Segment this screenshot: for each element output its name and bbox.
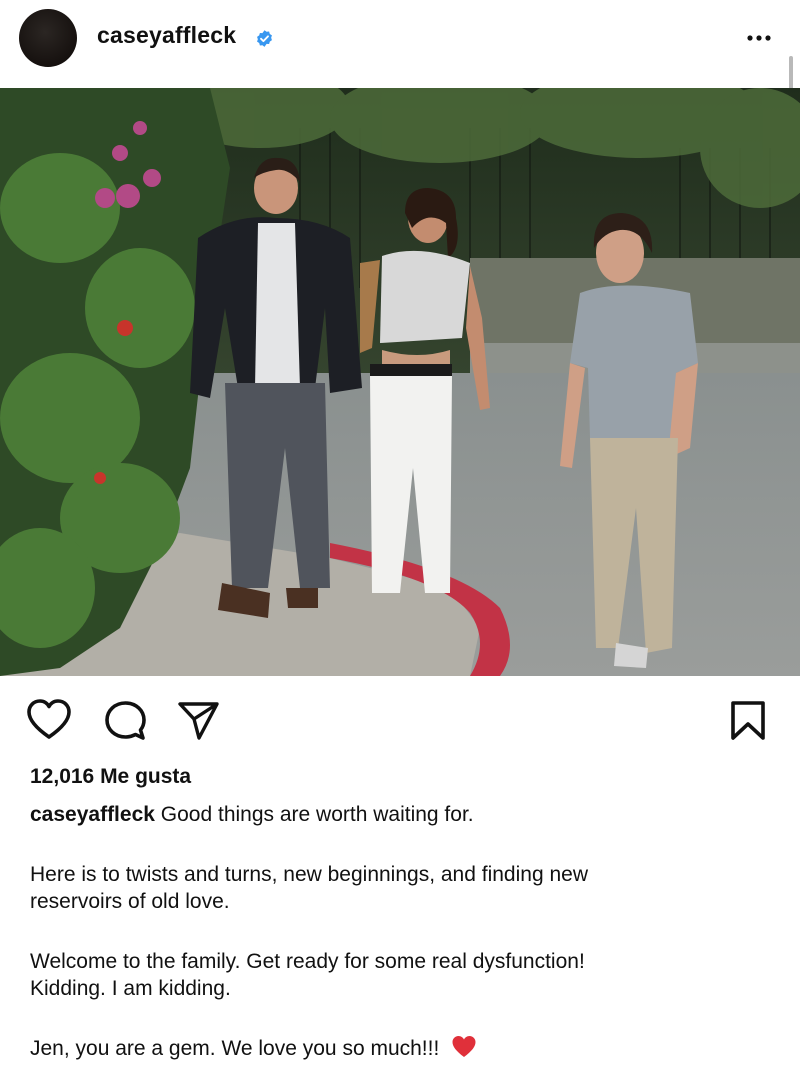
more-options-icon[interactable] xyxy=(744,28,774,48)
action-bar xyxy=(0,676,800,766)
post-image[interactable] xyxy=(0,88,800,676)
caption-paragraph: Welcome to the family. Get ready for som… xyxy=(30,948,770,1002)
caption-text: Good things are worth waiting for. xyxy=(160,803,474,826)
caption-text: reservoirs of old love. xyxy=(30,890,230,913)
heart-outline-icon[interactable] xyxy=(26,698,72,742)
verified-badge-icon xyxy=(257,30,272,47)
comment-bubble-icon[interactable] xyxy=(103,700,147,742)
bookmark-outline-icon[interactable] xyxy=(728,700,768,742)
caption-first-line: caseyaffleck Good things are worth waiti… xyxy=(30,801,770,828)
post-header: caseyaffleck xyxy=(0,0,800,92)
caption-username[interactable]: caseyaffleck xyxy=(30,803,155,826)
caption-paragraph: Jen, you are a gem. We love you so much!… xyxy=(30,1035,770,1062)
header-username[interactable]: caseyaffleck xyxy=(97,22,236,49)
caption-text: Kidding. I am kidding. xyxy=(30,977,231,1000)
caption-paragraph: Here is to twists and turns, new beginni… xyxy=(30,861,770,915)
post-caption: caseyaffleck Good things are worth waiti… xyxy=(30,801,770,1062)
like-count[interactable]: 12,016 Me gusta xyxy=(30,765,191,789)
caption-text: Welcome to the family. Get ready for som… xyxy=(30,950,585,973)
caption-text: Here is to twists and turns, new beginni… xyxy=(30,863,588,886)
avatar[interactable] xyxy=(19,9,77,67)
scrollbar[interactable] xyxy=(789,56,793,92)
paper-plane-icon[interactable] xyxy=(176,700,220,742)
caption-text: Jen, you are a gem. We love you so much!… xyxy=(30,1037,440,1060)
red-heart-emoji-icon xyxy=(452,1036,476,1057)
